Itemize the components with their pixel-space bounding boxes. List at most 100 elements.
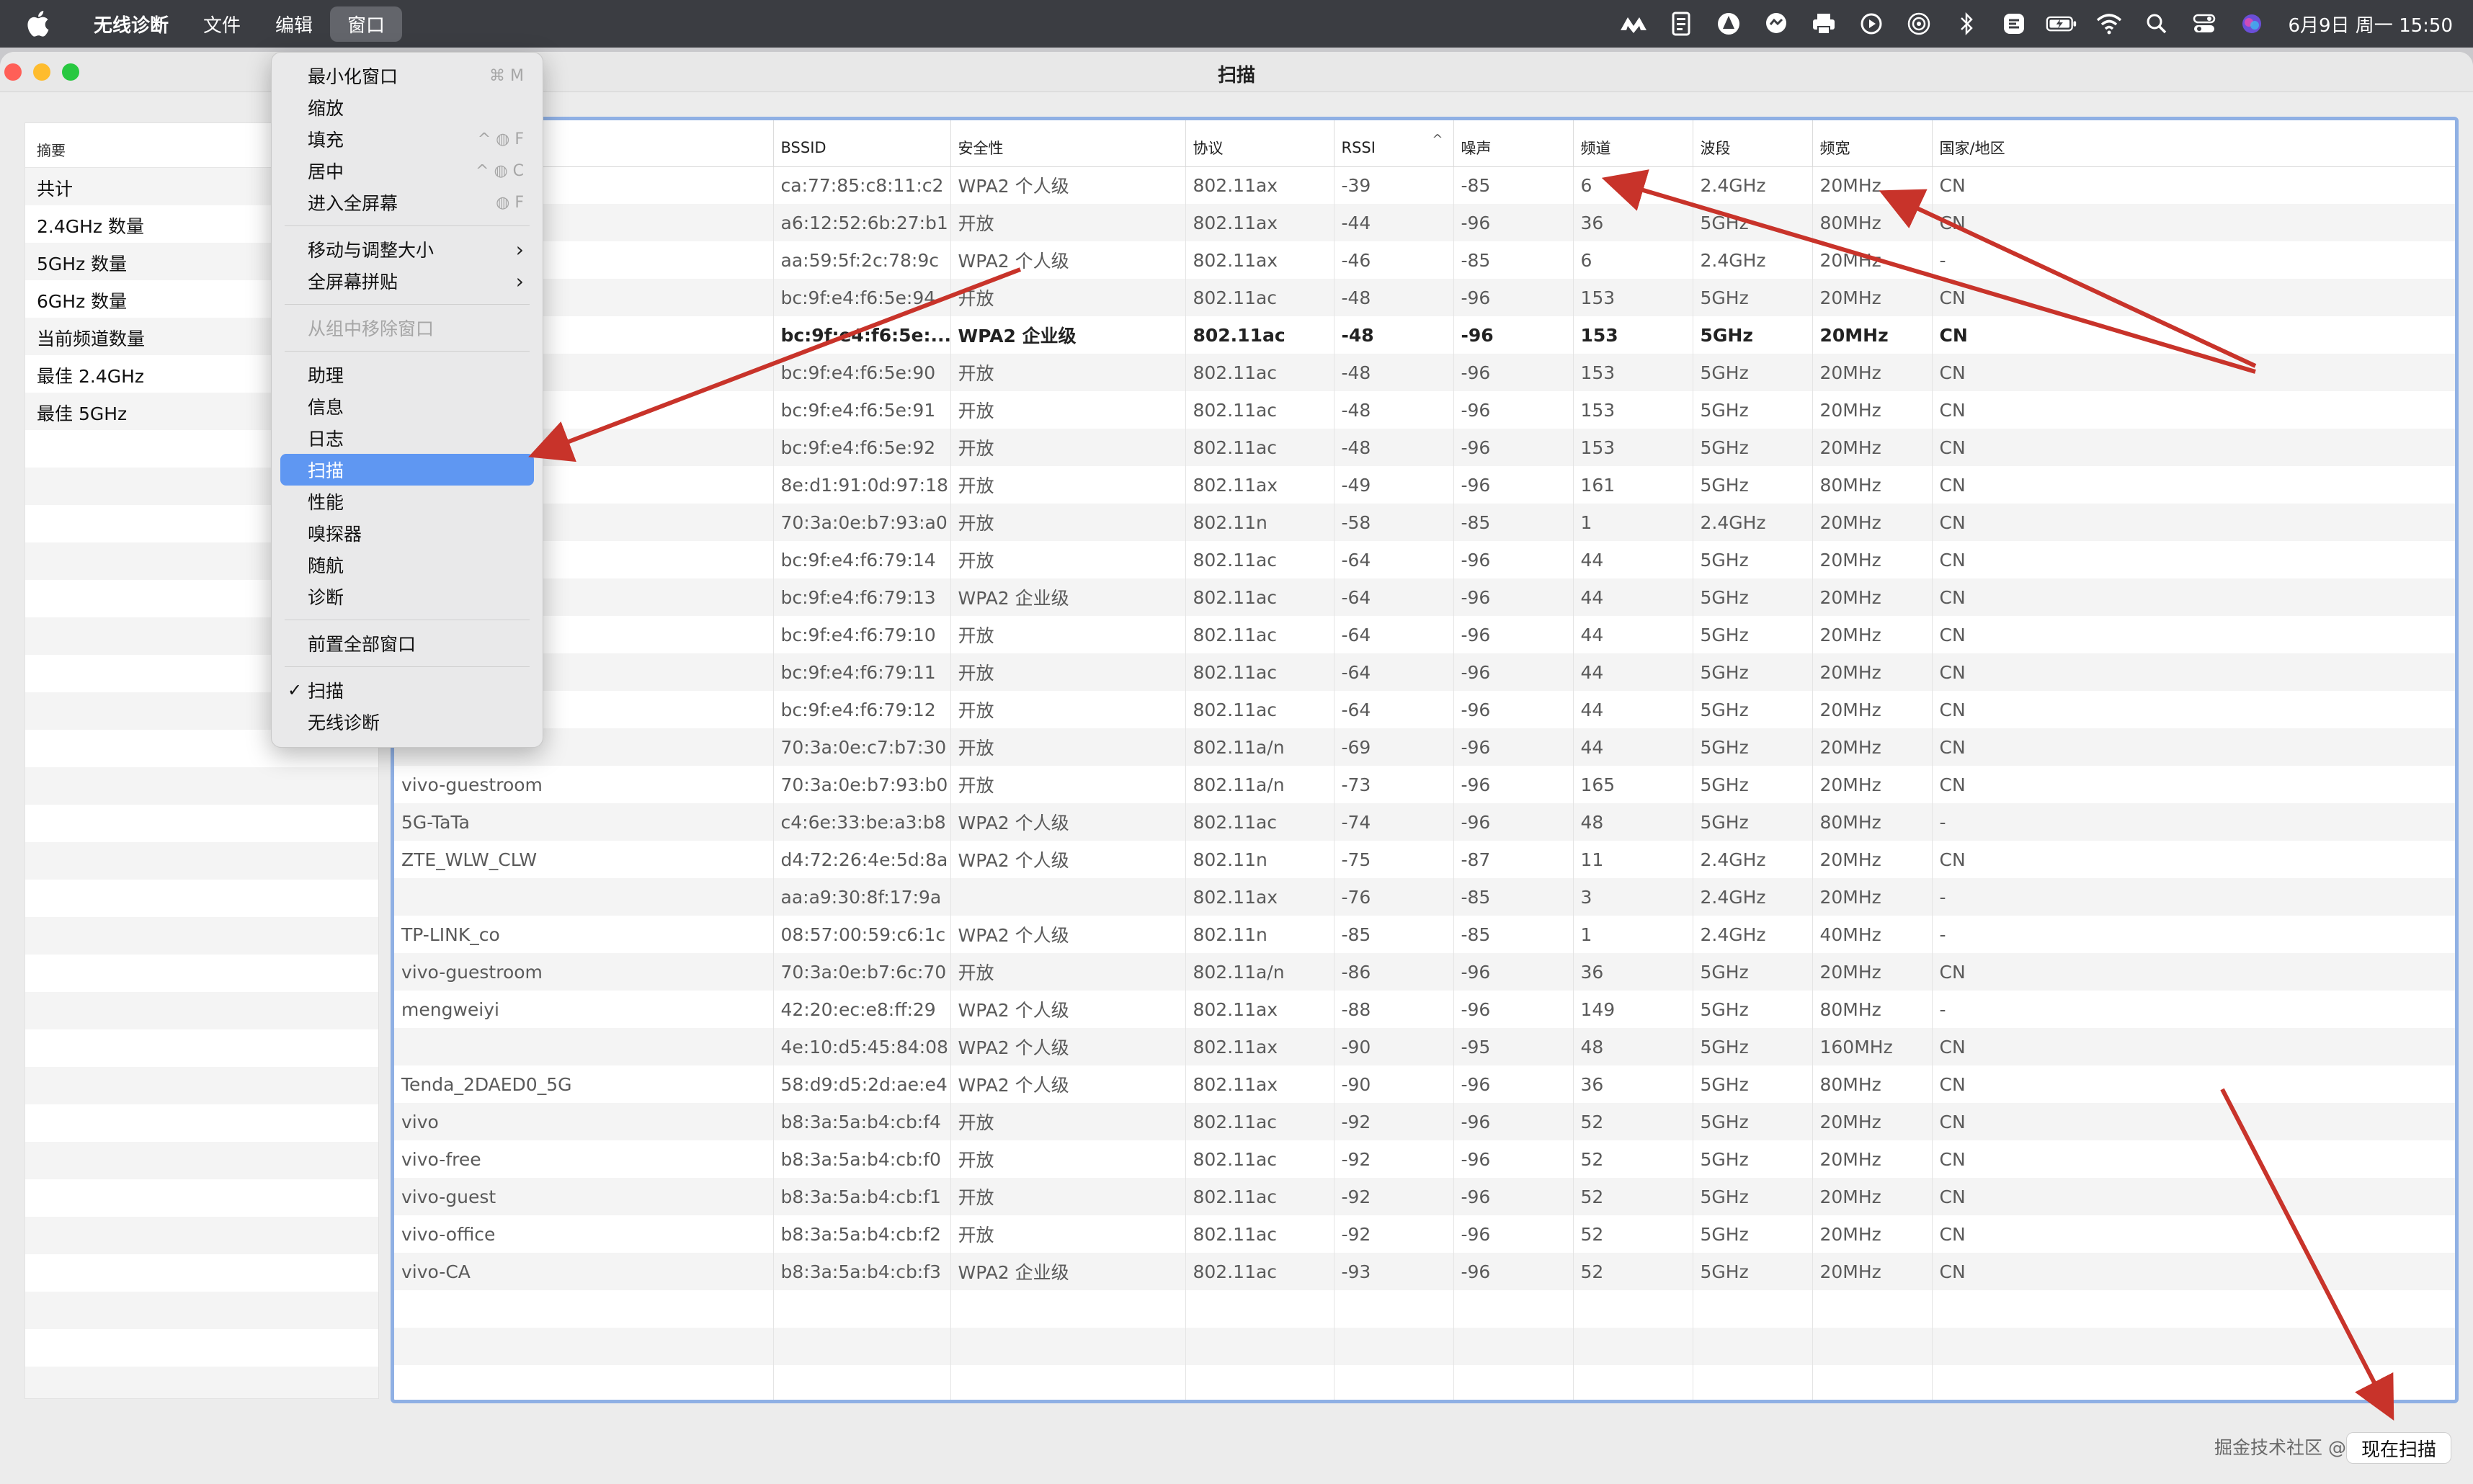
column-header[interactable]: 国家/地区 <box>1932 120 2455 167</box>
menu-item[interactable]: 缩放 <box>280 91 534 123</box>
menu-app-name[interactable]: 无线诊断 <box>76 6 186 42</box>
column-header[interactable]: 噪声 <box>1453 120 1574 167</box>
chat-bubble-icon[interactable] <box>1760 8 1792 40</box>
table-cell: -92 <box>1334 1178 1454 1215</box>
table-cell: 开放 <box>950 204 1186 241</box>
table-row[interactable]: bc:9f:e4:f6:5e:94 开放 802.11ac -48 -96 153 5GHz… <box>394 279 2455 316</box>
apple-icon[interactable] <box>24 9 55 39</box>
table-row[interactable]: bc:9f:e4:f6:79:12 开放 802.11ac -64 -96 44 5GHz 2… <box>394 691 2455 728</box>
table-cell: -92 <box>1334 1140 1454 1178</box>
table-row[interactable]: bc:9f:e4:f6:79:14 开放 802.11ac -64 -96 44 5GHz 2… <box>394 541 2455 578</box>
table-cell: 44 <box>1573 541 1693 578</box>
printer-icon[interactable] <box>1808 8 1840 40</box>
table-row[interactable]: bc:9f:e4:f6:79:11 开放 802.11ac -64 -96 44 5GHz 2… <box>394 653 2455 691</box>
menu-window[interactable]: 窗口 <box>330 6 403 42</box>
column-header[interactable]: 协议 <box>1185 120 1334 167</box>
table-row[interactable]: vivo-guestroom 70:3a:0e:b7:6c:70 开放 802.11a… <box>394 953 2455 991</box>
menu-item[interactable]: 全屏幕拼贴 › <box>280 265 534 297</box>
scan-now-button[interactable]: 现在扫描 <box>2346 1432 2451 1464</box>
table-row[interactable]: ZTE_WLW_CLW d4:72:26:4e:5d:8a WPA2 个人级 802.… <box>394 841 2455 878</box>
menu-item[interactable]: 信息 <box>280 390 534 422</box>
siri-icon[interactable] <box>2236 8 2268 40</box>
table-cell: 52 <box>1573 1178 1693 1215</box>
table-row[interactable]: d3@7Z8e:d1:91:0d:97:18开放802.11ax-49-9616… <box>394 466 2455 504</box>
menu-edit[interactable]: 编辑 <box>258 6 330 42</box>
bluetooth-icon[interactable] <box>1951 8 1982 40</box>
menu-item[interactable]: 填充 ^ ◍ F <box>280 123 534 155</box>
table-cell: WPA2 企业级 <box>950 316 1186 354</box>
wifi-icon[interactable] <box>2093 8 2125 40</box>
table-cell: 20MHz <box>1812 241 1933 279</box>
column-header[interactable]: BSSID <box>773 120 951 167</box>
menu-item[interactable]: 性能 <box>280 486 534 517</box>
shield-icon[interactable] <box>1713 8 1745 40</box>
app-icon[interactable] <box>1998 8 2030 40</box>
table-row[interactable]: bc:9f:e4:f6:5e:... WPA2 企业级 802.11ac -48 -96… <box>394 316 2455 354</box>
table-cell <box>1812 1290 1933 1328</box>
table-row[interactable]: vivo-office b8:3a:5a:b4:cb:f2 开放 802.11ac -9… <box>394 1215 2455 1253</box>
table-cell: WPA2 个人级 <box>950 166 1186 204</box>
play-icon[interactable] <box>1855 8 1887 40</box>
column-header[interactable]: 频宽 <box>1812 120 1933 167</box>
menu-item[interactable]: ✓ 扫描 <box>280 674 534 706</box>
document-icon[interactable] <box>1665 8 1697 40</box>
menu-item[interactable]: 居中 ^ ◍ C <box>280 155 534 187</box>
table-cell: 20MHz <box>1812 766 1933 803</box>
table-cell: 80MHz <box>1812 991 1933 1028</box>
menu-item[interactable]: 移动与调整大小 › <box>280 233 534 265</box>
table-row[interactable]: vivo-free b8:3a:5a:b4:cb:f0 开放 802.11ac -92-… <box>394 1140 2455 1178</box>
table-cell: CN <box>1932 728 2455 766</box>
table-row[interactable]: aa:a9:30:8f:17:9a 802.11ax -76 -85 3 2.4GHz 20… <box>394 878 2455 916</box>
menu-item[interactable]: 随航 <box>280 549 534 581</box>
table-row[interactable]: TP-LINK_co 08:57:00:59:c6:1c WPA2 个人级 802.1… <box>394 916 2455 953</box>
table-cell: 802.11ac <box>1185 1178 1334 1215</box>
table-row[interactable]: vivo-guestroom 70:3a:0e:b7:93:b0 开放 802.11a… <box>394 766 2455 803</box>
battery-icon[interactable] <box>2046 8 2077 40</box>
table-row[interactable]: Ultra@PGa6:12:52:6b:27:b1开放802.11ax-44-9… <box>394 204 2455 241</box>
column-header-label: 频宽 <box>1819 139 1850 157</box>
menu-item[interactable]: 无线诊断 <box>280 706 534 738</box>
table-row[interactable]: vivo b8:3a:5a:b4:cb:f4 开放 802.11ac -92 -96 52 5… <box>394 1103 2455 1140</box>
column-header[interactable]: 波段 <box>1693 120 1813 167</box>
menu-item[interactable]: 嗅探器 <box>280 517 534 549</box>
table-row[interactable]: bc:9f:e4:f6:5e:92 开放 802.11ac -48 -96 153 5GHz… <box>394 429 2455 466</box>
sidebar-empty-row <box>25 1292 378 1329</box>
menu-item[interactable]: 最小化窗口 ⌘ M <box>280 60 534 91</box>
menu-item[interactable]: 助理 <box>280 359 534 390</box>
table-cell: CN <box>1932 953 2455 991</box>
table-row[interactable]: 4e:10:d5:45:84:08 WPA2 个人级 802.11ax -90 -95 4… <box>394 1028 2455 1065</box>
table-empty-row <box>394 1290 2455 1328</box>
table-row[interactable]: bc:9f:e4:f6:79:10 开放 802.11ac -64 -96 44 5GHz 2… <box>394 616 2455 653</box>
feather-icon[interactable] <box>1618 8 1649 40</box>
control-center-icon[interactable] <box>2188 8 2220 40</box>
table-cell: 161 <box>1573 466 1693 504</box>
table-row[interactable]: vivo-guest b8:3a:5a:b4:cb:f1 开放 802.11ac -92… <box>394 1178 2455 1215</box>
table-row[interactable]: mengweiyi 42:20:ec:e8:ff:29 WPA2 个人级 802.11… <box>394 991 2455 1028</box>
table-row[interactable]: 70:3a:0e:b7:93:a0 开放 802.11n -58 -85 1 2.4GHz 2… <box>394 504 2455 541</box>
menubar-clock[interactable]: 6月9日 周一 15:50 <box>2288 11 2453 37</box>
table-row[interactable]: 70:3a:0e:c7:b7:30 开放 802.11a/n -69 -96 44 5GHz… <box>394 728 2455 766</box>
table-row[interactable]: bc:9f:e4:f6:5e:90 开放 802.11ac -48 -96 153 5GHz… <box>394 354 2455 391</box>
menu-item[interactable]: 日志 <box>280 422 534 454</box>
table-row[interactable]: bc:9f:e4:f6:5e:91 开放 802.11ac -48 -96 153 5GHz… <box>394 391 2455 429</box>
table-row[interactable]: bc:9f:e4:f6:79:13 WPA2 企业级 802.11ac -64 -96 4… <box>394 578 2455 616</box>
table-cell: -48 <box>1334 429 1454 466</box>
table-cell: 80MHz <box>1812 1065 1933 1103</box>
column-header[interactable]: 安全性 <box>950 120 1186 167</box>
airdrop-icon[interactable] <box>1903 8 1935 40</box>
column-header[interactable]: RSSI ^ <box>1334 120 1454 167</box>
menu-item[interactable]: 扫描 <box>280 454 534 486</box>
table-row[interactable]: 5G-TaTa c4:6e:33:be:a3:b8 WPA2 个人级 802.11ac… <box>394 803 2455 841</box>
menu-item[interactable]: 前置全部窗口 <box>280 627 534 659</box>
table-row[interactable]: ca:77:85:c8:11:c2 WPA2 个人级 802.11ax -39 -85 6… <box>394 166 2455 204</box>
table-cell: 开放 <box>950 354 1186 391</box>
table-row[interactable]: 5395aa:59:5f:2c:78:9cWPA2 个人级802.11ax-46… <box>394 241 2455 279</box>
menu-item[interactable]: 进入全屏幕 ◍ F <box>280 187 534 218</box>
scan-results-table[interactable]: BSSID 安全性 协议 RSSI ^ 噪声 频道 波段 频宽 国家/地区 ca:77:85:c8… <box>391 117 2459 1403</box>
menu-item[interactable]: 诊断 <box>280 581 534 612</box>
search-icon[interactable] <box>2141 8 2173 40</box>
table-row[interactable]: vivo-CA b8:3a:5a:b4:cb:f3 WPA2 企业级 802.11ac… <box>394 1253 2455 1290</box>
column-header[interactable]: 频道 <box>1573 120 1693 167</box>
table-row[interactable]: Tenda_2DAED0_5G 58:d9:d5:2d:ae:e4 WPA2 个人级… <box>394 1065 2455 1103</box>
menu-file[interactable]: 文件 <box>186 6 258 42</box>
